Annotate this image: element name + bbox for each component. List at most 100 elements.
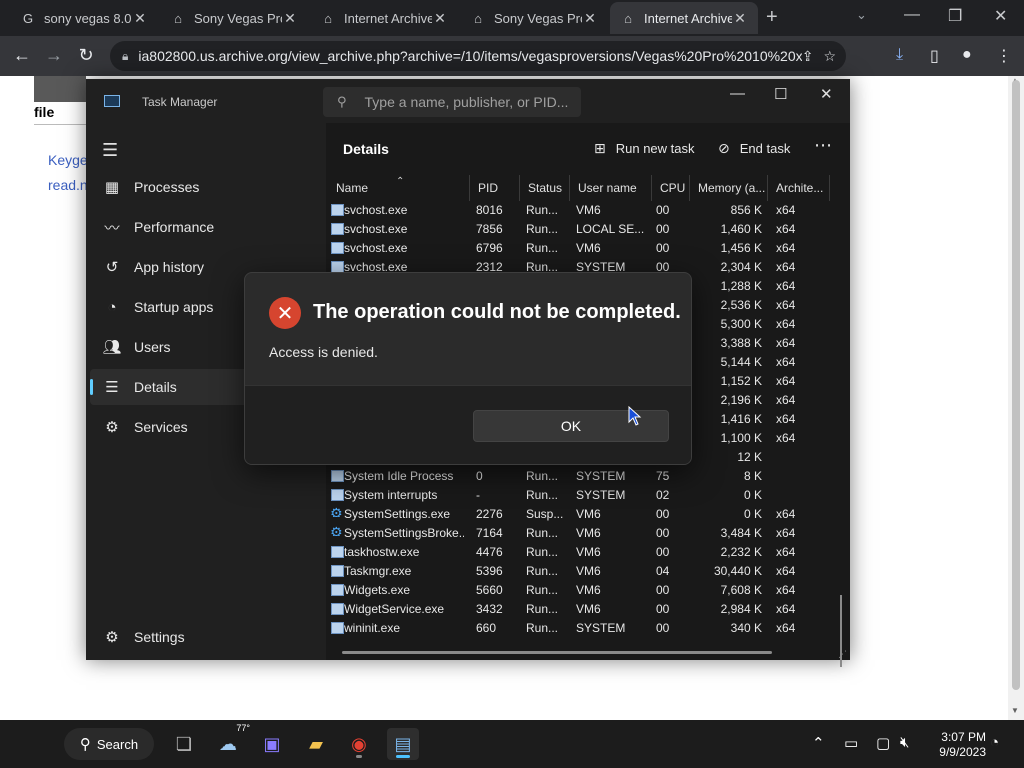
column-header-pid[interactable]: PID xyxy=(470,175,520,201)
reload-icon[interactable]: ↻ xyxy=(75,45,97,66)
network-off-icon[interactable]: ▭ xyxy=(844,734,858,752)
file-link[interactable]: read.n xyxy=(48,177,88,193)
table-cell: 660 xyxy=(476,621,497,635)
chat-icon[interactable]: ▣ xyxy=(256,728,288,760)
hamburger-menu-icon[interactable]: ☰ xyxy=(102,140,118,161)
address-bar[interactable]: 🔒︎ ia802800.us.archive.org/view_archive.… xyxy=(110,41,846,71)
close-icon[interactable]: ✕ xyxy=(582,10,598,27)
table-cell: x64 xyxy=(776,374,796,388)
back-icon[interactable]: ← xyxy=(11,45,33,66)
new-tab-button[interactable]: + xyxy=(766,6,778,29)
table-cell: 7164 xyxy=(476,526,503,540)
close-icon[interactable]: ✕ xyxy=(132,10,148,27)
file-explorer-icon[interactable]: ▰ xyxy=(300,728,332,760)
end-task-button[interactable]: ⊘ End task xyxy=(718,140,790,157)
table-cell: svchost.exe xyxy=(344,203,408,217)
table-row[interactable]: Taskmgr.exe 5396 Run... VM6 04 30,440 K x64 xyxy=(326,562,836,581)
show-hidden-icons-chevron[interactable]: ⌃ xyxy=(812,734,825,752)
taskbar-clock[interactable]: 3:07 PM 9/9/2023 xyxy=(924,730,986,760)
table-row[interactable]: svchost.exe 8016 Run... VM6 00 856 K x64 xyxy=(326,201,836,220)
column-header-name[interactable]: ⌃ Name xyxy=(328,175,470,201)
download-icon[interactable]: ⤓ xyxy=(896,46,903,64)
bookmark-star-icon[interactable]: ☆ xyxy=(823,48,836,65)
more-options-icon[interactable]: ⋯ xyxy=(814,135,832,156)
chrome-icon[interactable]: ◉ xyxy=(343,728,375,760)
nav-item-processes[interactable]: ▦ Processes xyxy=(90,169,318,205)
file-link[interactable]: Keyge xyxy=(48,152,88,168)
profile-icon[interactable]: ● xyxy=(962,46,972,64)
scroll-down-icon[interactable]: ▼ xyxy=(1011,706,1019,715)
close-icon[interactable]: ✕ xyxy=(732,10,748,27)
browser-tab[interactable]: ⌂ Sony Vegas Pro ✕ xyxy=(460,2,608,34)
table-row[interactable]: System Idle Process 0 Run... SYSTEM 75 8 K xyxy=(326,467,836,486)
weather-widget[interactable]: ☁ 77° xyxy=(212,723,250,760)
column-header-user-name[interactable]: User name xyxy=(570,175,652,201)
table-cell: 8016 xyxy=(476,203,503,217)
table-row[interactable]: ⚙ SystemSettings.exe 2276 Susp... VM6 00 0 K x6… xyxy=(326,505,836,524)
column-header-architecture[interactable]: Archite... xyxy=(768,175,830,201)
share-icon[interactable]: ⇪ xyxy=(802,48,814,65)
taskbar-search-button[interactable]: ⚲ Search xyxy=(64,728,154,760)
notifications-icon[interactable]: ◔ xyxy=(990,734,999,751)
dialog-footer: OK xyxy=(245,385,691,464)
browser-tab-active[interactable]: ⌂ Internet Archive ✕ xyxy=(610,2,758,34)
table-row[interactable]: svchost.exe 6796 Run... VM6 00 1,456 K x64 xyxy=(326,239,836,258)
table-row[interactable]: ⚙ SystemSettingsBroke... 7164 Run... VM6 00 3,… xyxy=(326,524,836,543)
process-icon xyxy=(331,565,344,577)
start-button[interactable] xyxy=(20,732,44,756)
display-icon[interactable]: ▢ xyxy=(876,734,890,752)
browser-tab[interactable]: G sony vegas 8.0 l ✕ xyxy=(10,2,158,34)
performance-icon: 〰 xyxy=(104,219,120,237)
column-header-cpu[interactable]: CPU xyxy=(652,175,690,201)
table-row[interactable]: svchost.exe 7856 Run... LOCAL SE... 00 1,460 … xyxy=(326,220,836,239)
nav-item-label: Users xyxy=(134,339,171,355)
nav-item-settings[interactable]: ⚙ Settings xyxy=(90,619,318,655)
history-icon: ↺ xyxy=(105,259,119,276)
page-scrollbar[interactable]: ▲ ▼ xyxy=(1008,76,1024,720)
table-cell: 1,152 K xyxy=(720,374,762,388)
minimize-icon[interactable]: — xyxy=(730,85,745,102)
search-input[interactable]: ⚲ Type a name, publisher, or PID... xyxy=(323,87,581,117)
table-row[interactable]: Widgets.exe 5660 Run... VM6 00 7,608 K x64 xyxy=(326,581,836,600)
restore-icon[interactable]: ❐ xyxy=(948,6,962,26)
table-cell: 6796 xyxy=(476,241,503,255)
browser-tab[interactable]: ⌂ Sony Vegas Pro ✕ xyxy=(160,2,308,34)
menu-icon[interactable]: ⋮ xyxy=(996,46,1012,66)
column-header-status[interactable]: Status xyxy=(520,175,570,201)
run-new-task-button[interactable]: ⊞ Run new task xyxy=(594,140,695,157)
table-row[interactable]: taskhostw.exe 4476 Run... VM6 00 2,232 K x64 xyxy=(326,543,836,562)
table-row[interactable]: wininit.exe 660 Run... SYSTEM 00 340 K x64 xyxy=(326,619,836,638)
side-panel-icon[interactable]: ▯ xyxy=(930,46,939,66)
table-cell: SystemSettings.exe xyxy=(344,507,451,521)
weather-temp: 77° xyxy=(236,723,250,733)
google-icon: G xyxy=(22,10,34,26)
close-icon[interactable]: ✕ xyxy=(282,10,298,27)
table-cell: taskhostw.exe xyxy=(344,545,420,559)
table-cell: x64 xyxy=(776,260,796,274)
close-window-icon[interactable]: ✕ xyxy=(994,6,1007,26)
forward-icon[interactable]: → xyxy=(43,45,65,66)
task-manager-titlebar[interactable]: Task Manager ⚲ Type a name, publisher, o… xyxy=(86,79,850,123)
table-row[interactable]: System interrupts - Run... SYSTEM 02 0 K xyxy=(326,486,836,505)
search-label: Search xyxy=(96,736,139,752)
close-icon[interactable]: ✕ xyxy=(432,10,448,27)
close-icon[interactable]: ✕ xyxy=(820,85,833,103)
task-manager-taskbar-icon[interactable]: ▤ xyxy=(387,728,419,760)
volume-muted-icon[interactable]: 🔇︎ xyxy=(900,734,909,751)
task-view-icon[interactable]: ❏ xyxy=(168,728,200,760)
table-horizontal-scrollbar[interactable] xyxy=(342,651,772,654)
scroll-thumb[interactable] xyxy=(1012,80,1020,690)
minimize-icon[interactable]: — xyxy=(904,6,920,24)
table-cell: x64 xyxy=(776,507,796,521)
nav-item-performance[interactable]: 〰 Performance xyxy=(90,209,318,245)
table-cell: VM6 xyxy=(576,526,601,540)
resize-grip-icon[interactable]: ⋰ xyxy=(838,649,847,660)
maximize-icon[interactable]: ☐ xyxy=(774,85,787,103)
column-header-memory[interactable]: Memory (a... xyxy=(690,175,768,201)
process-icon xyxy=(331,489,344,501)
table-cell: 75 xyxy=(656,469,670,483)
table-row[interactable]: WidgetService.exe 3432 Run... VM6 00 2,984 K x… xyxy=(326,600,836,619)
browser-tab[interactable]: ⌂ Internet Archive ✕ xyxy=(310,2,458,34)
tab-search-icon[interactable]: ⌄ xyxy=(856,7,867,23)
lock-icon[interactable]: 🔒︎ xyxy=(122,49,128,64)
